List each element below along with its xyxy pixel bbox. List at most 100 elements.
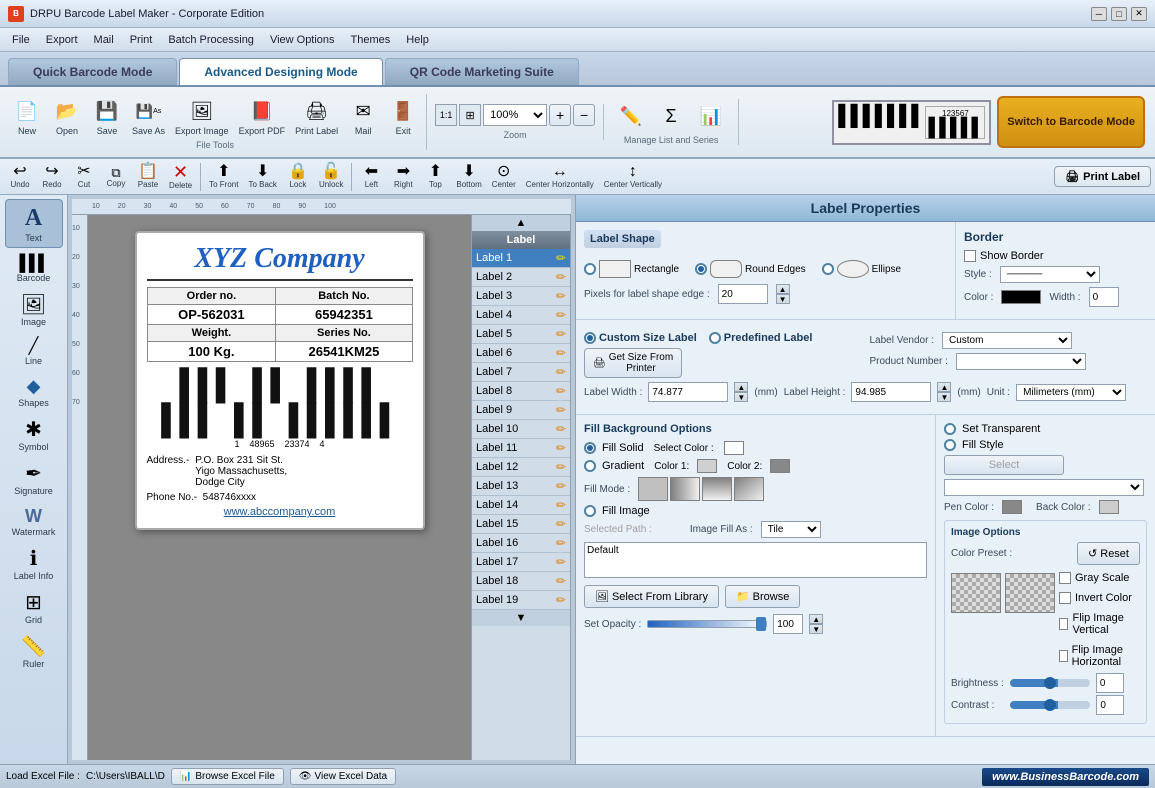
redo-button[interactable]: ↪ Redo — [36, 163, 68, 190]
fill-solid-radio[interactable] — [584, 442, 596, 454]
fill-solid-color-picker[interactable] — [724, 441, 744, 455]
zoom-out-button[interactable]: − — [573, 104, 595, 126]
design-canvas[interactable]: XYZ Company Order no. Batch No. OP-56203… — [88, 215, 471, 760]
label-11-edit-icon[interactable]: ✏ — [556, 441, 566, 455]
fill-mode-1[interactable] — [638, 477, 668, 501]
label-16-edit-icon[interactable]: ✏ — [556, 536, 566, 550]
sidebar-tool-grid[interactable]: ⊞ Grid — [5, 587, 63, 629]
custom-size-radio[interactable] — [584, 332, 596, 344]
zoom-fit-button[interactable]: ⊞ — [459, 104, 481, 126]
label-item-12[interactable]: Label 12 ✏ — [472, 458, 570, 477]
label-1-edit-icon[interactable]: ✏ — [556, 251, 566, 265]
shape-ellipse-option[interactable]: Ellipse — [822, 260, 901, 278]
mail-button[interactable]: ✉ Mail — [344, 94, 382, 138]
width-up-button[interactable]: ▲ — [734, 382, 748, 392]
fill-image-option[interactable]: Fill Image — [584, 505, 927, 517]
open-button[interactable]: 📂 Open — [48, 94, 86, 138]
label-item-2[interactable]: Label 2 ✏ — [472, 268, 570, 287]
zoom-select[interactable]: 100% 50% 75% 125% 150% — [483, 104, 547, 126]
label-13-edit-icon[interactable]: ✏ — [556, 479, 566, 493]
opacity-slider[interactable] — [647, 620, 767, 628]
shape-ellipse-radio[interactable] — [822, 263, 834, 275]
label-10-edit-icon[interactable]: ✏ — [556, 422, 566, 436]
manage-list-btn2[interactable]: Σ — [652, 99, 690, 133]
label-15-edit-icon[interactable]: ✏ — [556, 517, 566, 531]
fill-mode-2[interactable] — [670, 477, 700, 501]
unit-select[interactable]: Milimeters (mm) Inches Pixels — [1016, 384, 1126, 401]
save-as-button[interactable]: 💾As Save As — [128, 94, 169, 138]
menu-export[interactable]: Export — [38, 32, 86, 48]
print-label-button-2[interactable]: 🖨 Print Label — [1054, 166, 1151, 187]
label-height-input[interactable] — [851, 382, 931, 402]
menu-print[interactable]: Print — [122, 32, 161, 48]
contrast-slider[interactable] — [1010, 701, 1090, 709]
delete-button[interactable]: ✕ Delete — [164, 162, 197, 191]
label-8-edit-icon[interactable]: ✏ — [556, 384, 566, 398]
to-front-button[interactable]: ⬆ To Front — [204, 163, 243, 190]
undo-button[interactable]: ↩ Undo — [4, 163, 36, 190]
flip-v-checkbox[interactable] — [1059, 618, 1068, 630]
print-label-button[interactable]: 🖨 Print Label — [291, 94, 342, 138]
label-width-input[interactable] — [648, 382, 728, 402]
label-18-edit-icon[interactable]: ✏ — [556, 574, 566, 588]
flip-h-checkbox[interactable] — [1059, 650, 1068, 662]
unlock-button[interactable]: 🔓 Unlock — [314, 163, 348, 190]
manage-list-btn3[interactable]: 📊 — [692, 99, 730, 133]
shape-round-option[interactable]: Round Edges — [695, 260, 806, 278]
label-19-edit-icon[interactable]: ✏ — [556, 593, 566, 607]
tab-advanced-designing[interactable]: Advanced Designing Mode — [179, 58, 382, 85]
browse-button[interactable]: 📁 Browse — [725, 585, 800, 608]
fill-gradient-radio[interactable] — [584, 460, 596, 472]
vendor-select[interactable]: Custom Avery — [942, 332, 1072, 349]
label-2-edit-icon[interactable]: ✏ — [556, 270, 566, 284]
brightness-slider[interactable] — [1010, 679, 1090, 687]
sidebar-tool-barcode[interactable]: ▌▌▌ Barcode — [5, 250, 63, 287]
zoom-1-1-button[interactable]: 1:1 — [435, 104, 457, 126]
label-item-6[interactable]: Label 6 ✏ — [472, 344, 570, 363]
width-down-button[interactable]: ▼ — [734, 392, 748, 402]
border-style-select[interactable]: ───── - - - - ····· — [1000, 266, 1100, 283]
menu-view[interactable]: View Options — [262, 32, 343, 48]
label-12-edit-icon[interactable]: ✏ — [556, 460, 566, 474]
preset-preview-1[interactable] — [951, 573, 1001, 613]
label-14-edit-icon[interactable]: ✏ — [556, 498, 566, 512]
label-4-edit-icon[interactable]: ✏ — [556, 308, 566, 322]
zoom-in-button[interactable]: + — [549, 104, 571, 126]
pixels-input[interactable] — [718, 284, 768, 304]
label-item-17[interactable]: Label 17 ✏ — [472, 553, 570, 572]
invert-checkbox[interactable] — [1059, 592, 1071, 604]
contrast-input[interactable] — [1096, 695, 1124, 715]
label-item-11[interactable]: Label 11 ✏ — [472, 439, 570, 458]
sidebar-tool-signature[interactable]: ✒ Signature — [5, 458, 63, 500]
transparent-radio[interactable] — [944, 423, 956, 435]
to-back-button[interactable]: ⬇ To Back — [243, 163, 281, 190]
export-image-button[interactable]: 🖼 Export Image — [171, 94, 233, 138]
predefined-size-radio[interactable] — [709, 332, 721, 344]
sidebar-tool-ruler[interactable]: 📏 Ruler — [5, 631, 63, 673]
sidebar-tool-symbol[interactable]: ✱ Symbol — [5, 414, 63, 456]
label-item-16[interactable]: Label 16 ✏ — [472, 534, 570, 553]
pixels-down-button[interactable]: ▼ — [776, 294, 790, 304]
align-bottom-button[interactable]: ⬇ Bottom — [451, 163, 486, 190]
select-library-button[interactable]: 🖼 Select From Library — [584, 585, 719, 608]
gradient-color2-picker[interactable] — [770, 459, 790, 473]
height-up-button[interactable]: ▲ — [937, 382, 951, 392]
opacity-up-button[interactable]: ▲ — [809, 614, 823, 624]
label-item-10[interactable]: Label 10 ✏ — [472, 420, 570, 439]
exit-button[interactable]: 🚪 Exit — [384, 94, 422, 138]
flip-h-option[interactable]: Flip Image Horizontal — [1059, 644, 1140, 668]
align-top-button[interactable]: ⬆ Top — [419, 163, 451, 190]
label-item-13[interactable]: Label 13 ✏ — [472, 477, 570, 496]
sidebar-tool-line[interactable]: ╱ Line — [5, 333, 63, 370]
brightness-input[interactable] — [1096, 673, 1124, 693]
show-border-checkbox[interactable] — [964, 250, 976, 262]
new-button[interactable]: 📄 New — [8, 94, 46, 138]
fill-mode-3[interactable] — [702, 477, 732, 501]
label-item-18[interactable]: Label 18 ✏ — [472, 572, 570, 591]
label-item-3[interactable]: Label 3 ✏ — [472, 287, 570, 306]
custom-size-option[interactable]: Custom Size Label — [584, 332, 697, 344]
predefined-size-option[interactable]: Predefined Label — [709, 332, 813, 344]
label-item-14[interactable]: Label 14 ✏ — [472, 496, 570, 515]
shape-round-radio[interactable] — [695, 263, 707, 275]
label-item-5[interactable]: Label 5 ✏ — [472, 325, 570, 344]
